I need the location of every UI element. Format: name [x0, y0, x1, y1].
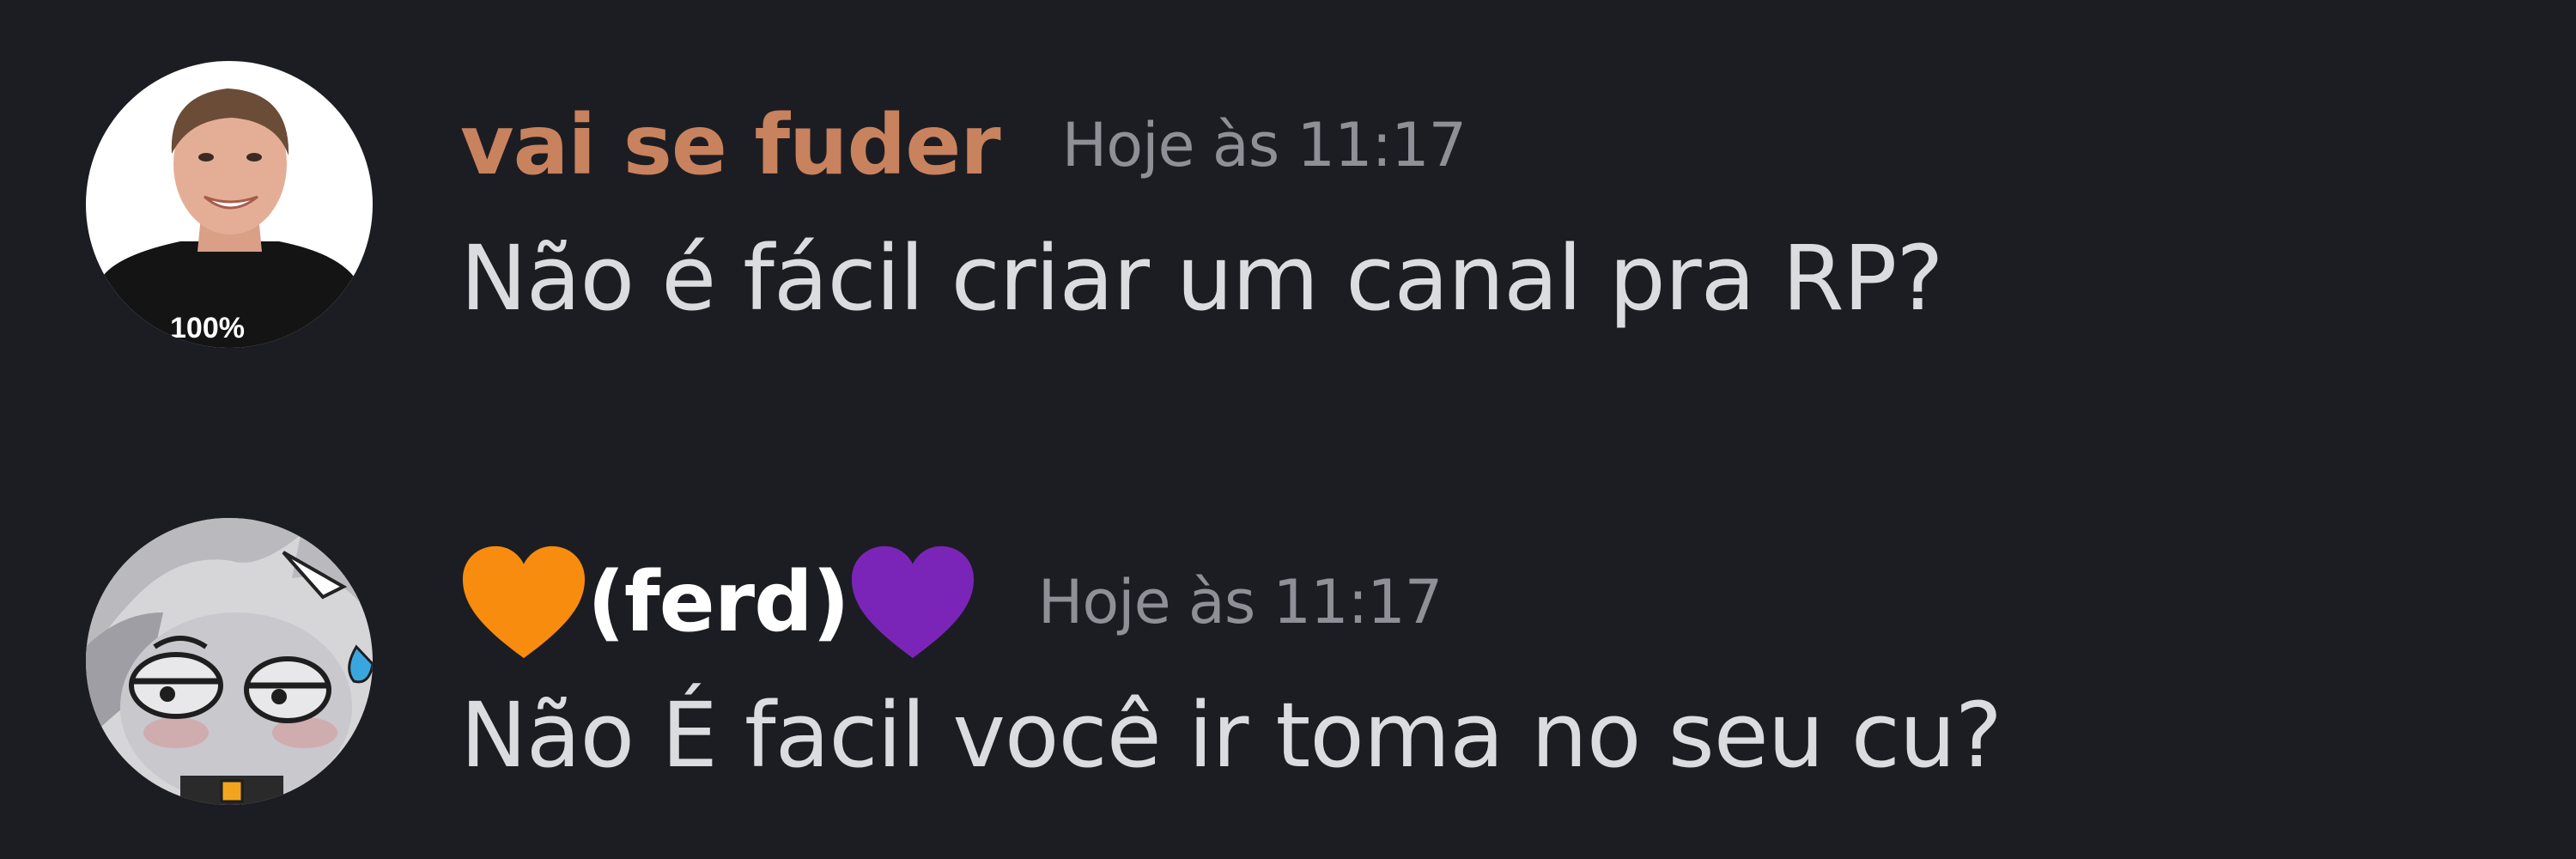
user-avatar[interactable]: 100%: [86, 61, 373, 348]
message-content: Não É facil você ir toma no seu cu?: [460, 683, 2002, 788]
shirt-text: 100%: [170, 312, 245, 344]
message-header: vai se fuder Hoje às 11:17: [460, 89, 1467, 201]
avatar-photo-image: 100%: [86, 61, 373, 348]
purple-heart-icon: [849, 542, 976, 662]
message-timestamp[interactable]: Hoje às 11:17: [1062, 115, 1467, 175]
author-name-group[interactable]: (ferd): [460, 542, 976, 662]
message-header: (ferd) Hoje às 11:17: [460, 545, 1443, 659]
author-name: (ferd): [587, 554, 850, 650]
user-avatar[interactable]: [86, 518, 373, 805]
avatar-cartoon-image: [86, 518, 373, 805]
message-content: Não é fácil criar um canal pra RP?: [460, 226, 1944, 331]
message-timestamp[interactable]: Hoje às 11:17: [1038, 572, 1443, 632]
author-name[interactable]: vai se fuder: [460, 104, 1001, 186]
chat-message: (ferd) Hoje às 11:17 Não É facil você ir…: [0, 509, 2576, 818]
orange-heart-icon: [460, 542, 587, 662]
chat-message: 100% vai se fuder Hoje às 11:17 Não é fá…: [0, 52, 2576, 361]
